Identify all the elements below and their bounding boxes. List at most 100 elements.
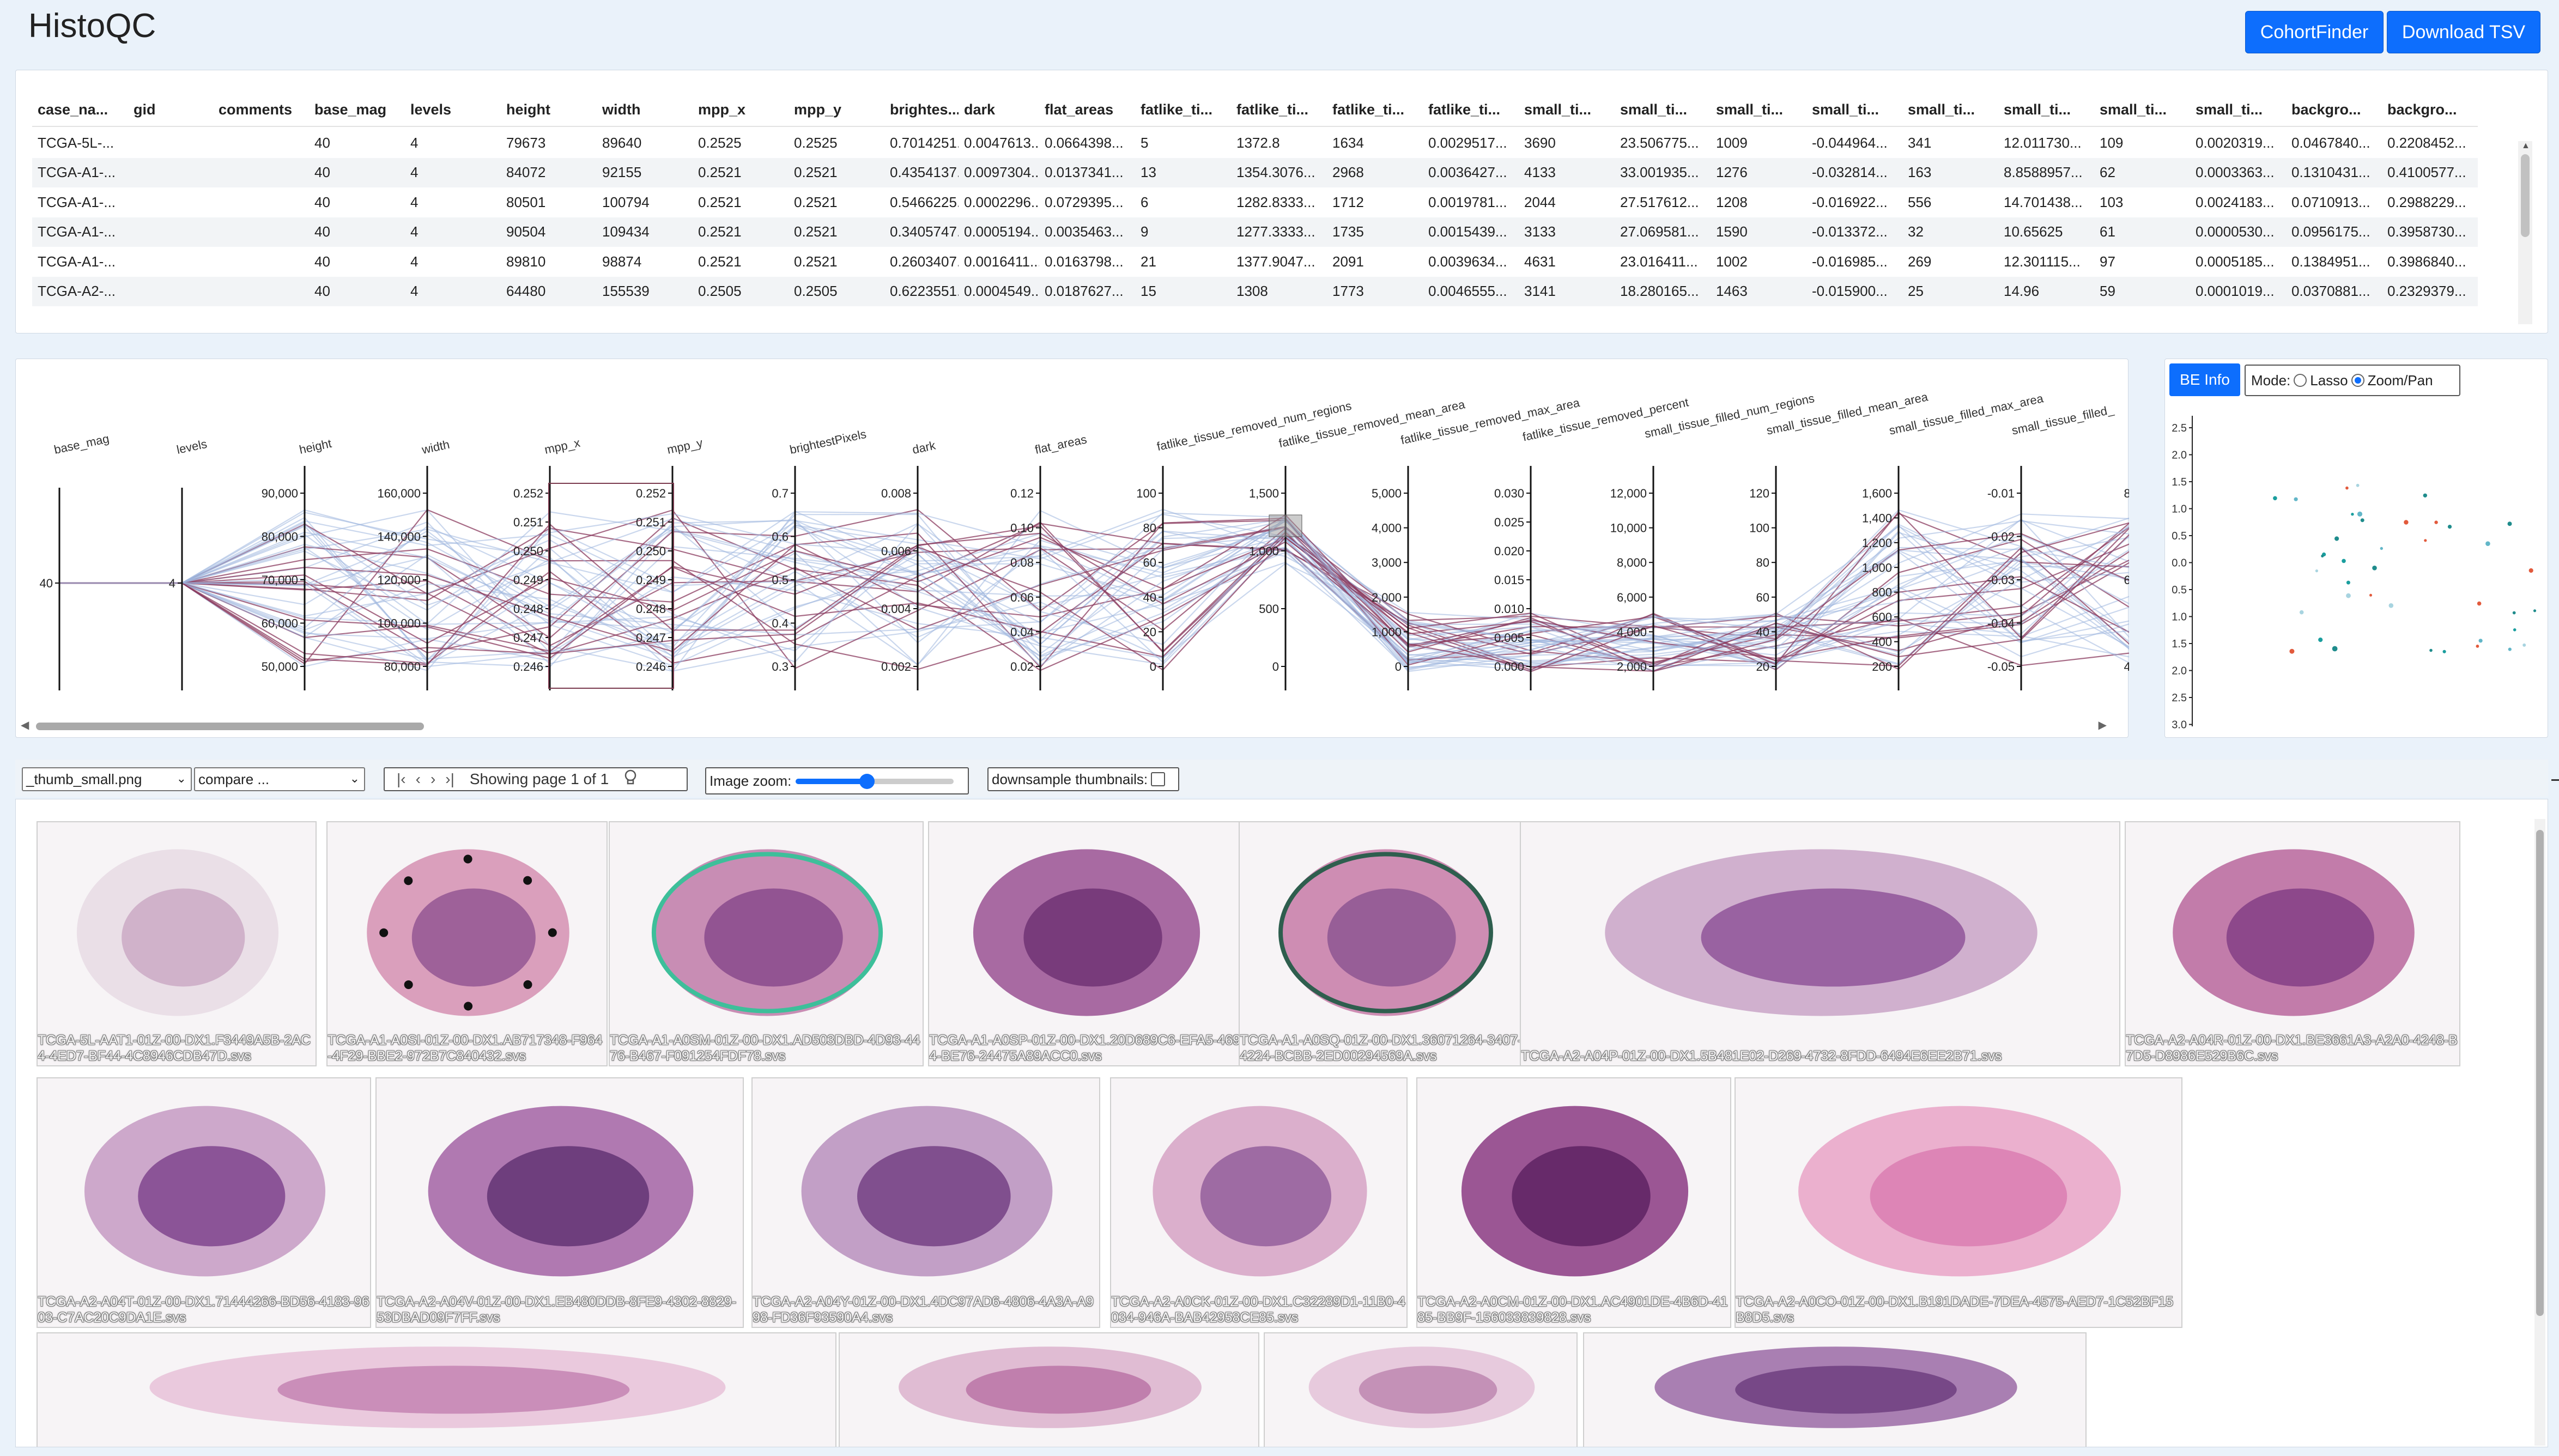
scatter-point[interactable] [2477, 601, 2482, 606]
scatter-point[interactable] [2476, 645, 2479, 648]
column-header[interactable]: small_ti... [2094, 92, 2190, 127]
column-header[interactable]: width [597, 92, 693, 127]
scatter-point[interactable] [2388, 603, 2394, 608]
slide-thumbnail[interactable]: TCGA-A1-A0SQ-01Z-00-DX1.36071264-3407-42… [1239, 821, 1531, 1066]
scatter-point[interactable] [2357, 511, 2363, 517]
column-header[interactable]: small_ti... [2190, 92, 2286, 127]
slide-thumbnail[interactable]: TCGA-A2-A04V-01Z-00-DX1.EB480DDB-8FE9-43… [375, 1077, 744, 1328]
slide-thumbnail[interactable]: TCGA-A2-A0CO-01Z-00-DX1.B191DADE-7DEA-45… [1735, 1077, 2182, 1328]
axis-brush-selection[interactable] [1269, 514, 1302, 537]
table-scroll-thumb[interactable] [2521, 154, 2530, 237]
column-header[interactable]: fatlike_ti... [1327, 92, 1423, 127]
parcoords-axis[interactable]: mpp_y 0.252 0.251 0.250 0.249 0.248 0.247 0.246 [636, 436, 704, 690]
parcoords-axis[interactable]: base_mag 40 [40, 432, 111, 690]
scatter-point[interactable] [2294, 497, 2298, 501]
slide-thumbnail[interactable] [839, 1332, 1259, 1447]
zoom-slider-knob[interactable] [859, 774, 875, 789]
scatter-point[interactable] [2380, 547, 2383, 550]
scatter-point[interactable] [2485, 541, 2490, 546]
parcoords-axis[interactable]: height 90,000 80,000 70,000 60,000 50,000 [262, 436, 333, 690]
scatter-point[interactable] [2512, 611, 2516, 615]
prev-page-icon[interactable]: ‹ [416, 771, 421, 788]
image-zoom-slider[interactable] [796, 773, 954, 789]
scatter-point[interactable] [2342, 559, 2346, 563]
panel-resize-handle[interactable] [2551, 779, 2559, 781]
column-header[interactable]: gid [128, 92, 213, 127]
table-vertical-scrollbar[interactable]: ▲ [2518, 141, 2532, 324]
slide-thumbnail[interactable]: TCGA-A2-A0CK-01Z-00-DX1.C32289D1-11B0-40… [1110, 1077, 1408, 1328]
column-header[interactable]: comments [213, 92, 309, 127]
scatter-point[interactable] [2429, 648, 2433, 652]
embedding-scatter-plot[interactable]: 2.5 2.0 1.5 1.0 0.5 0.0 0.5 1.0 1.5 2.0 2.5 3.0 [2165, 399, 2549, 737]
scatter-point[interactable] [2434, 520, 2438, 524]
image-type-select[interactable]: _thumb_small.png ⌄ [22, 767, 192, 791]
first-page-icon[interactable]: |‹ [397, 771, 406, 788]
parcoords-horizontal-scrollbar[interactable]: ◀ ▶ [21, 718, 2111, 732]
slide-thumbnail[interactable]: TCGA-A2-A0CM-01Z-00-DX1.AC4901DE-4B6D-41… [1416, 1077, 1731, 1328]
column-header[interactable]: small_ti... [1998, 92, 2094, 127]
scatter-point[interactable] [2299, 610, 2304, 615]
parcoords-axis[interactable]: levels 4 [169, 437, 208, 690]
column-header[interactable]: flat_areas [1039, 92, 1135, 127]
table-row[interactable]: TCGA-5L-... 40 4 79673 89640 0.2525 0.2525 0.70… [32, 128, 2478, 158]
scatter-point[interactable] [2289, 648, 2295, 654]
scatter-point[interactable] [2321, 554, 2324, 557]
next-page-icon[interactable]: › [430, 771, 435, 788]
gallery-scroll-thumb[interactable] [2536, 830, 2544, 1316]
parcoords-scroll-thumb[interactable] [36, 723, 424, 730]
scroll-up-arrow-icon[interactable]: ▲ [2521, 141, 2530, 151]
scatter-point[interactable] [2478, 639, 2483, 643]
column-header[interactable]: backgro... [2286, 92, 2382, 127]
table-row[interactable]: TCGA-A1-... 40 4 90504 109434 0.2521 0.2521 0.3… [32, 217, 2478, 247]
scatter-point[interactable] [2533, 609, 2537, 612]
scatter-point[interactable] [2507, 521, 2512, 526]
scatter-point[interactable] [2356, 483, 2360, 487]
compare-select[interactable]: compare ... ⌄ [194, 767, 365, 791]
be-info-button[interactable]: BE Info [2169, 363, 2240, 396]
scatter-point[interactable] [2513, 628, 2516, 632]
table-row[interactable]: TCGA-A1-... 40 4 80501 100794 0.2521 0.2521 0.5… [32, 187, 2478, 217]
column-header[interactable]: mpp_y [789, 92, 884, 127]
zoom-pan-radio[interactable] [2351, 374, 2364, 387]
scatter-point[interactable] [2508, 647, 2512, 651]
column-header[interactable]: small_ti... [1615, 92, 1711, 127]
slide-thumbnail[interactable]: TCGA-A1-A0SI-01Z-00-DX1.AB717348-F964-4F… [326, 821, 608, 1066]
column-header[interactable]: levels [405, 92, 501, 127]
scatter-point[interactable] [2346, 593, 2351, 598]
scatter-point[interactable] [2332, 646, 2338, 652]
slide-thumbnail[interactable]: TCGA-A2-A04P-01Z-00-DX1.5B481E02-D269-47… [1520, 821, 2120, 1066]
scatter-point[interactable] [2447, 525, 2452, 529]
lightbulb-icon[interactable] [624, 769, 637, 790]
column-header[interactable]: small_ti... [1519, 92, 1615, 127]
column-header[interactable]: case_na... [32, 92, 128, 127]
slide-thumbnail[interactable]: TCGA-5L-AAT1-01Z-00-DX1.F3449A5B-2AC4-4E… [37, 821, 317, 1066]
scatter-point[interactable] [2528, 568, 2533, 573]
column-header[interactable]: backgro... [2382, 92, 2478, 127]
column-header[interactable]: base_mag [309, 92, 405, 127]
column-header[interactable]: fatlike_ti... [1231, 92, 1327, 127]
scatter-point[interactable] [2360, 518, 2364, 523]
table-row[interactable]: TCGA-A1-... 40 4 89810 98874 0.2521 0.2521 0.26… [32, 247, 2478, 277]
scatter-point[interactable] [2345, 486, 2349, 490]
scatter-point[interactable] [2334, 536, 2339, 541]
embedding-scatter-panel[interactable]: BE Info Mode: Lasso Zoom/Pan 2.5 2.0 1.5 1.… [2164, 359, 2548, 738]
column-header[interactable]: dark [959, 92, 1039, 127]
scatter-point[interactable] [2522, 643, 2526, 647]
scatter-points[interactable] [2273, 483, 2537, 654]
column-header[interactable]: small_ti... [1806, 92, 1902, 127]
scatter-point[interactable] [2273, 496, 2277, 501]
table-row[interactable]: TCGA-A2-... 40 4 64480 155539 0.2505 0.2505 0.6… [32, 276, 2478, 306]
gallery-vertical-scrollbar[interactable] [2534, 819, 2545, 1446]
column-header[interactable]: small_ti... [1902, 92, 1998, 127]
scatter-point[interactable] [2369, 593, 2372, 597]
zoom-slider-track[interactable] [796, 779, 954, 784]
scroll-right-arrow-icon[interactable]: ▶ [2099, 718, 2107, 732]
parallel-coordinates-chart[interactable]: base_mag 40 levels 4 height 90,000 80,000 70,00… [16, 359, 2129, 738]
parallel-coordinates-panel[interactable]: base_mag 40 levels 4 height 90,000 80,000 70,00… [15, 359, 2129, 738]
column-header[interactable]: mpp_x [693, 92, 789, 127]
scroll-left-arrow-icon[interactable]: ◀ [21, 718, 29, 732]
slide-thumbnail[interactable] [1583, 1332, 2087, 1447]
scatter-point[interactable] [2315, 569, 2318, 573]
scatter-point[interactable] [2372, 566, 2377, 571]
column-header[interactable]: fatlike_ti... [1423, 92, 1519, 127]
